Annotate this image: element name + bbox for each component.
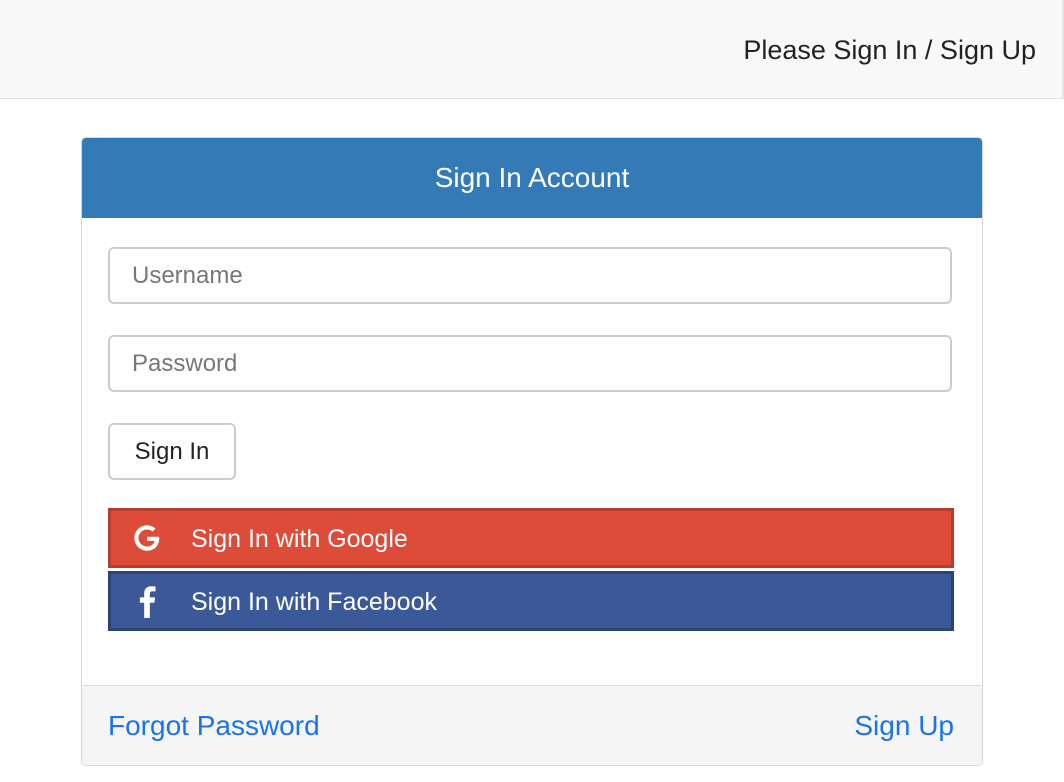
forgot-password-link[interactable]: Forgot Password bbox=[108, 706, 320, 746]
sign-up-link[interactable]: Sign Up bbox=[854, 706, 954, 746]
google-signin-label: Sign In with Google bbox=[191, 525, 408, 553]
google-icon bbox=[127, 511, 167, 565]
top-navbar: Please Sign In / Sign Up bbox=[0, 0, 1064, 99]
signin-panel: Sign In Account Sign In Sign In with Goo… bbox=[81, 137, 983, 766]
facebook-signin-button[interactable]: Sign In with Facebook bbox=[108, 571, 954, 631]
panel-footer: Forgot Password Sign Up bbox=[82, 685, 982, 765]
facebook-signin-label: Sign In with Facebook bbox=[191, 588, 437, 616]
facebook-icon bbox=[127, 574, 167, 628]
username-input[interactable] bbox=[108, 247, 952, 304]
panel-heading: Sign In Account bbox=[82, 138, 982, 218]
navbar-title[interactable]: Please Sign In / Sign Up bbox=[743, 31, 1036, 69]
google-signin-button[interactable]: Sign In with Google bbox=[108, 508, 954, 568]
password-input[interactable] bbox=[108, 335, 952, 392]
sign-in-button[interactable]: Sign In bbox=[108, 423, 236, 480]
